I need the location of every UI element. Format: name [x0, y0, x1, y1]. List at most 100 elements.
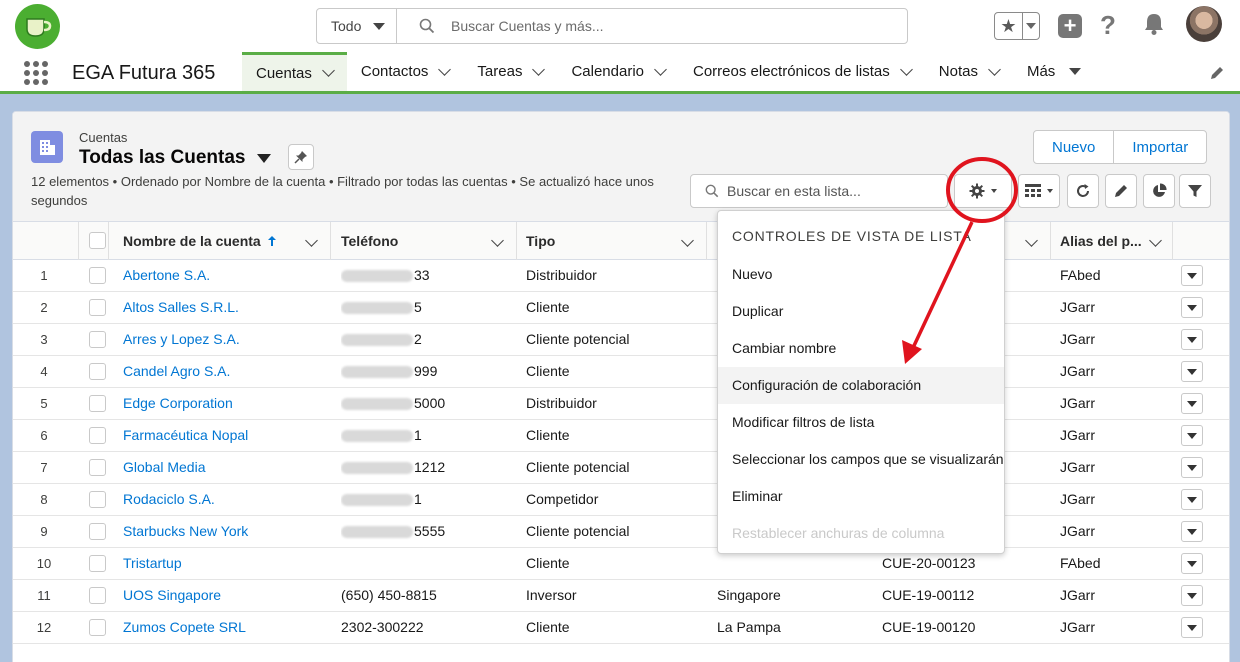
menu-item-edit-filters[interactable]: Modificar filtros de lista	[718, 404, 1004, 441]
import-button[interactable]: Importar	[1113, 131, 1206, 163]
favorites-menu-trigger[interactable]	[1023, 23, 1039, 29]
row-actions-button[interactable]	[1181, 393, 1203, 414]
table-view-icon	[1025, 184, 1041, 197]
row-actions-button[interactable]	[1181, 617, 1203, 638]
row-number: 1	[40, 268, 48, 283]
row-checkbox[interactable]	[89, 363, 106, 380]
row-number: 10	[36, 556, 52, 571]
column-header-phone[interactable]: Teléfono	[331, 222, 517, 260]
notifications-bell-icon[interactable]	[1143, 12, 1165, 36]
favorites-button[interactable]: ★	[994, 12, 1040, 40]
account-name-link[interactable]: Candel Agro S.A.	[123, 356, 323, 387]
row-actions-button[interactable]	[1181, 553, 1203, 574]
account-name-link[interactable]: Tristartup	[123, 548, 323, 579]
user-avatar[interactable]	[1186, 6, 1222, 42]
account-name-link[interactable]: Arres y Lopez S.A.	[123, 324, 323, 355]
phone-suffix: 33	[414, 267, 430, 283]
row-actions-button[interactable]	[1181, 265, 1203, 286]
column-header-name[interactable]: Nombre de la cuenta	[109, 222, 331, 260]
chevron-down-icon[interactable]	[491, 234, 504, 247]
display-as-button[interactable]	[1018, 174, 1060, 208]
menu-item-select-fields[interactable]: Seleccionar los campos que se visualizar…	[718, 441, 1004, 478]
row-actions-button[interactable]	[1181, 361, 1203, 382]
table-row: 11 UOS Singapore (650) 450-8815 Inversor…	[13, 580, 1229, 612]
list-view-controls-button[interactable]	[954, 174, 1012, 208]
tab-mas[interactable]: Más	[1013, 52, 1095, 91]
tab-notas[interactable]: Notas	[925, 52, 1013, 91]
list-view-card: Cuentas Todas las Cuentas 12 elementos •…	[12, 111, 1230, 662]
row-checkbox[interactable]	[89, 459, 106, 476]
menu-item-rename[interactable]: Cambiar nombre	[718, 330, 1004, 367]
account-name-link[interactable]: Altos Salles S.R.L.	[123, 292, 323, 323]
column-label: Teléfono	[341, 233, 399, 249]
row-actions-button[interactable]	[1181, 425, 1203, 446]
account-name-link[interactable]: Edge Corporation	[123, 388, 323, 419]
row-checkbox[interactable]	[89, 427, 106, 444]
chevron-down-icon[interactable]	[988, 62, 1001, 76]
account-name-link[interactable]: Starbucks New York	[123, 516, 323, 547]
row-checkbox[interactable]	[89, 331, 106, 348]
app-logo[interactable]	[15, 4, 60, 49]
row-checkbox[interactable]	[89, 491, 106, 508]
caret-down-icon	[1069, 68, 1082, 75]
chevron-down-icon[interactable]	[322, 64, 335, 77]
help-icon[interactable]: ?	[1100, 10, 1116, 41]
filters-button[interactable]	[1179, 174, 1211, 208]
global-actions-plus-icon[interactable]: +	[1058, 14, 1082, 38]
tab-tareas[interactable]: Tareas	[463, 52, 557, 91]
account-name-link[interactable]: Farmacéutica Nopal	[123, 420, 323, 451]
row-checkbox[interactable]	[89, 587, 106, 604]
select-all-checkbox[interactable]	[89, 232, 106, 249]
row-checkbox[interactable]	[89, 267, 106, 284]
inline-edit-button[interactable]	[1105, 174, 1137, 208]
pin-list-button[interactable]	[288, 144, 314, 170]
chevron-down-icon[interactable]	[305, 234, 318, 247]
row-checkbox[interactable]	[89, 555, 106, 572]
tab-cuentas[interactable]: Cuentas	[242, 52, 347, 91]
global-search-input[interactable]	[451, 18, 871, 34]
chevron-down-icon[interactable]	[438, 62, 452, 76]
tab-calendario[interactable]: Calendario	[557, 52, 679, 91]
row-actions-button[interactable]	[1181, 489, 1203, 510]
chevron-down-icon[interactable]	[681, 234, 694, 247]
menu-item-duplicate[interactable]: Duplicar	[718, 293, 1004, 330]
row-checkbox[interactable]	[89, 299, 106, 316]
tab-label: Cuentas	[256, 64, 312, 82]
row-actions-button[interactable]	[1181, 457, 1203, 478]
new-button[interactable]: Nuevo	[1034, 131, 1113, 163]
chevron-down-icon[interactable]	[1149, 234, 1162, 247]
column-header-type[interactable]: Tipo	[517, 222, 707, 260]
tab-correos-listas[interactable]: Correos electrónicos de listas	[679, 52, 925, 91]
row-checkbox[interactable]	[89, 395, 106, 412]
menu-item-sharing-settings[interactable]: Configuración de colaboración	[718, 367, 1004, 404]
refresh-button[interactable]	[1067, 174, 1099, 208]
row-checkbox[interactable]	[89, 619, 106, 636]
row-number: 12	[36, 620, 52, 635]
row-actions-button[interactable]	[1181, 521, 1203, 542]
chevron-down-icon[interactable]	[1025, 234, 1038, 247]
tab-contactos[interactable]: Contactos	[347, 52, 464, 91]
chevron-down-icon[interactable]	[532, 62, 546, 76]
app-launcher-icon[interactable]	[24, 61, 48, 85]
row-actions-button[interactable]	[1181, 585, 1203, 606]
account-name-link[interactable]: Abertone S.A.	[123, 260, 323, 291]
list-view-selector[interactable]: Todas las Cuentas	[79, 147, 272, 169]
account-name-link[interactable]: Zumos Copete SRL	[123, 612, 323, 643]
phone-cell: 5	[341, 292, 511, 323]
charts-button[interactable]	[1143, 174, 1175, 208]
row-actions-button[interactable]	[1181, 297, 1203, 318]
column-header-alias[interactable]: Alias del p...	[1051, 222, 1173, 260]
account-name-link[interactable]: Rodaciclo S.A.	[123, 484, 323, 515]
account-name-link[interactable]: UOS Singapore	[123, 580, 323, 611]
chevron-down-icon[interactable]	[654, 62, 667, 76]
menu-item-new[interactable]: Nuevo	[718, 256, 1004, 293]
row-actions-button[interactable]	[1181, 329, 1203, 350]
search-scope-select[interactable]: Todo	[317, 9, 397, 43]
caret-down-icon	[1187, 432, 1197, 439]
row-checkbox[interactable]	[89, 523, 106, 540]
edit-nav-pencil-icon[interactable]	[1208, 64, 1226, 82]
menu-item-delete[interactable]: Eliminar	[718, 478, 1004, 515]
list-search-input[interactable]	[727, 183, 927, 199]
chevron-down-icon[interactable]	[899, 62, 913, 76]
account-name-link[interactable]: Global Media	[123, 452, 323, 483]
